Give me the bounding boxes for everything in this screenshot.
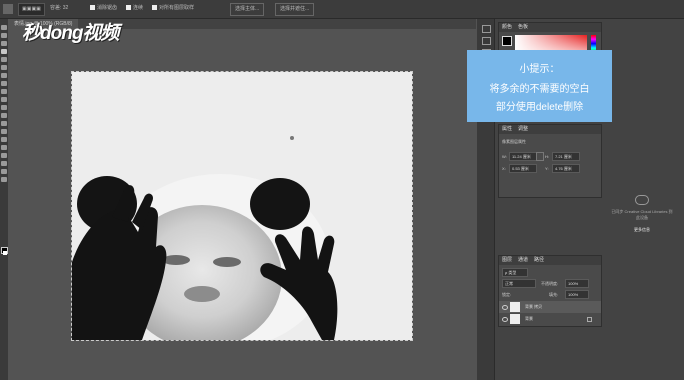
layer-thumbnail bbox=[510, 302, 520, 312]
properties-subtitle: 像素图层属性 bbox=[502, 139, 526, 144]
brush-tool-icon[interactable] bbox=[1, 81, 7, 86]
visibility-eye-icon[interactable] bbox=[502, 305, 508, 310]
layer-thumbnail bbox=[510, 314, 520, 324]
zoom-tool-icon[interactable] bbox=[1, 177, 7, 182]
creative-cloud-icon bbox=[635, 195, 649, 205]
cc-libraries-info: 已同步 Creative Cloud Libraries 到 此设备 更多信息 bbox=[600, 195, 684, 233]
layer-name: 背景 拷贝 bbox=[525, 304, 543, 309]
layer-kind-filter[interactable]: ρ 类型 bbox=[502, 268, 528, 277]
tab-paths[interactable]: 路径 bbox=[534, 257, 544, 263]
hint-box: 小提示： 将多余的不需要的空白 部分使用delete删除 bbox=[467, 50, 612, 122]
tool-preset-icon[interactable] bbox=[3, 4, 13, 14]
marquee-tool-icon[interactable] bbox=[1, 33, 7, 38]
tab-channels[interactable]: 通道 bbox=[518, 257, 528, 263]
color-panel-header: 颜色 色板 bbox=[499, 23, 601, 32]
crop-tool-icon[interactable] bbox=[1, 57, 7, 62]
shape-tool-icon[interactable] bbox=[1, 161, 7, 166]
tolerance-label: 容差: 32 bbox=[50, 5, 69, 11]
opacity-label: 不透明度: bbox=[541, 281, 559, 286]
move-tool-icon[interactable] bbox=[1, 25, 7, 30]
tab-swatches[interactable]: 色板 bbox=[518, 24, 528, 30]
healing-tool-icon[interactable] bbox=[1, 73, 7, 78]
selection-mode-icons[interactable]: ▣▣▣▣ bbox=[18, 3, 45, 16]
select-and-mask-button[interactable]: 选择并遮住... bbox=[275, 3, 315, 16]
height-field[interactable]: 7.21 厘米 bbox=[552, 152, 580, 161]
history-brush-tool-icon[interactable] bbox=[1, 97, 7, 102]
watermark-logo: 秒dong视频 bbox=[22, 23, 119, 44]
hint-line-1: 将多余的不需要的空白 bbox=[489, 84, 590, 95]
history-icon[interactable] bbox=[482, 25, 491, 33]
panda-meme-image bbox=[72, 136, 338, 340]
blend-mode-select[interactable]: 正常 bbox=[502, 279, 536, 288]
more-info-link[interactable]: 更多信息 bbox=[600, 227, 684, 233]
tools-panel bbox=[0, 19, 8, 380]
blur-tool-icon[interactable] bbox=[1, 121, 7, 126]
layer-row[interactable]: 背景 拷贝 bbox=[499, 301, 601, 313]
document-canvas[interactable] bbox=[71, 71, 413, 341]
type-tool-icon[interactable] bbox=[1, 145, 7, 150]
properties-panel-header: 属性 调整 bbox=[499, 125, 601, 134]
visibility-eye-icon[interactable] bbox=[502, 317, 508, 322]
layers-panel: 图层 通道 路径 ρ 类型 正常 不透明度: 100% 锁定: 填充: 100% 背… bbox=[498, 255, 602, 327]
cc-info-line-2: 此设备 bbox=[636, 215, 648, 220]
tab-layers[interactable]: 图层 bbox=[502, 257, 512, 263]
tab-properties[interactable]: 属性 bbox=[502, 126, 512, 132]
eyedropper-tool-icon[interactable] bbox=[1, 65, 7, 70]
y-field[interactable]: 4.76 厘米 bbox=[552, 164, 580, 173]
fill-field[interactable]: 100% bbox=[565, 290, 589, 299]
height-label: H: bbox=[545, 154, 549, 159]
x-field[interactable]: 0.53 厘米 bbox=[509, 164, 537, 173]
hand-tool-icon[interactable] bbox=[1, 169, 7, 174]
y-label: Y: bbox=[545, 166, 549, 171]
lock-label: 锁定: bbox=[502, 292, 512, 297]
antialias-checkbox[interactable]: 消除锯齿 bbox=[90, 3, 117, 14]
stamp-tool-icon[interactable] bbox=[1, 89, 7, 94]
background-color-swatch[interactable] bbox=[3, 251, 7, 255]
hint-line-2: 部分使用delete删除 bbox=[495, 102, 584, 113]
contiguous-checkbox[interactable]: 连续 bbox=[126, 3, 143, 14]
pen-tool-icon[interactable] bbox=[1, 137, 7, 142]
sample-all-checkbox[interactable]: 对所有图层取样 bbox=[152, 3, 194, 14]
opacity-field[interactable]: 100% bbox=[565, 279, 589, 288]
link-icon[interactable] bbox=[536, 152, 544, 161]
gradient-tool-icon[interactable] bbox=[1, 113, 7, 118]
width-field[interactable]: 11.24 厘米 bbox=[509, 152, 537, 161]
properties-icon[interactable] bbox=[482, 37, 491, 45]
x-label: X: bbox=[502, 166, 506, 171]
tab-adjustments[interactable]: 调整 bbox=[518, 126, 528, 132]
layer-name: 背景 bbox=[525, 316, 533, 321]
lasso-tool-icon[interactable] bbox=[1, 41, 7, 46]
layers-panel-header: 图层 通道 路径 bbox=[499, 256, 601, 265]
dodge-tool-icon[interactable] bbox=[1, 129, 7, 134]
options-bar: ▣▣▣▣ 容差: 32 消除锯齿 连续 对所有图层取样 选择主体... 选择并遮… bbox=[0, 0, 684, 19]
select-subject-button[interactable]: 选择主体... bbox=[230, 3, 265, 16]
path-select-tool-icon[interactable] bbox=[1, 153, 7, 158]
properties-panel: 属性 调整 像素图层属性 W: 11.24 厘米 H: 7.21 厘米 X: 0.… bbox=[498, 124, 602, 198]
width-label: W: bbox=[502, 154, 507, 159]
hint-title: 小提示： bbox=[519, 64, 560, 75]
magic-wand-tool-icon[interactable] bbox=[1, 49, 7, 54]
lock-icon bbox=[587, 317, 592, 322]
fill-label: 填充: bbox=[549, 292, 559, 297]
tab-color[interactable]: 颜色 bbox=[502, 24, 512, 30]
layer-row[interactable]: 背景 bbox=[499, 313, 601, 325]
foreground-color-chip[interactable] bbox=[502, 36, 512, 46]
eraser-tool-icon[interactable] bbox=[1, 105, 7, 110]
